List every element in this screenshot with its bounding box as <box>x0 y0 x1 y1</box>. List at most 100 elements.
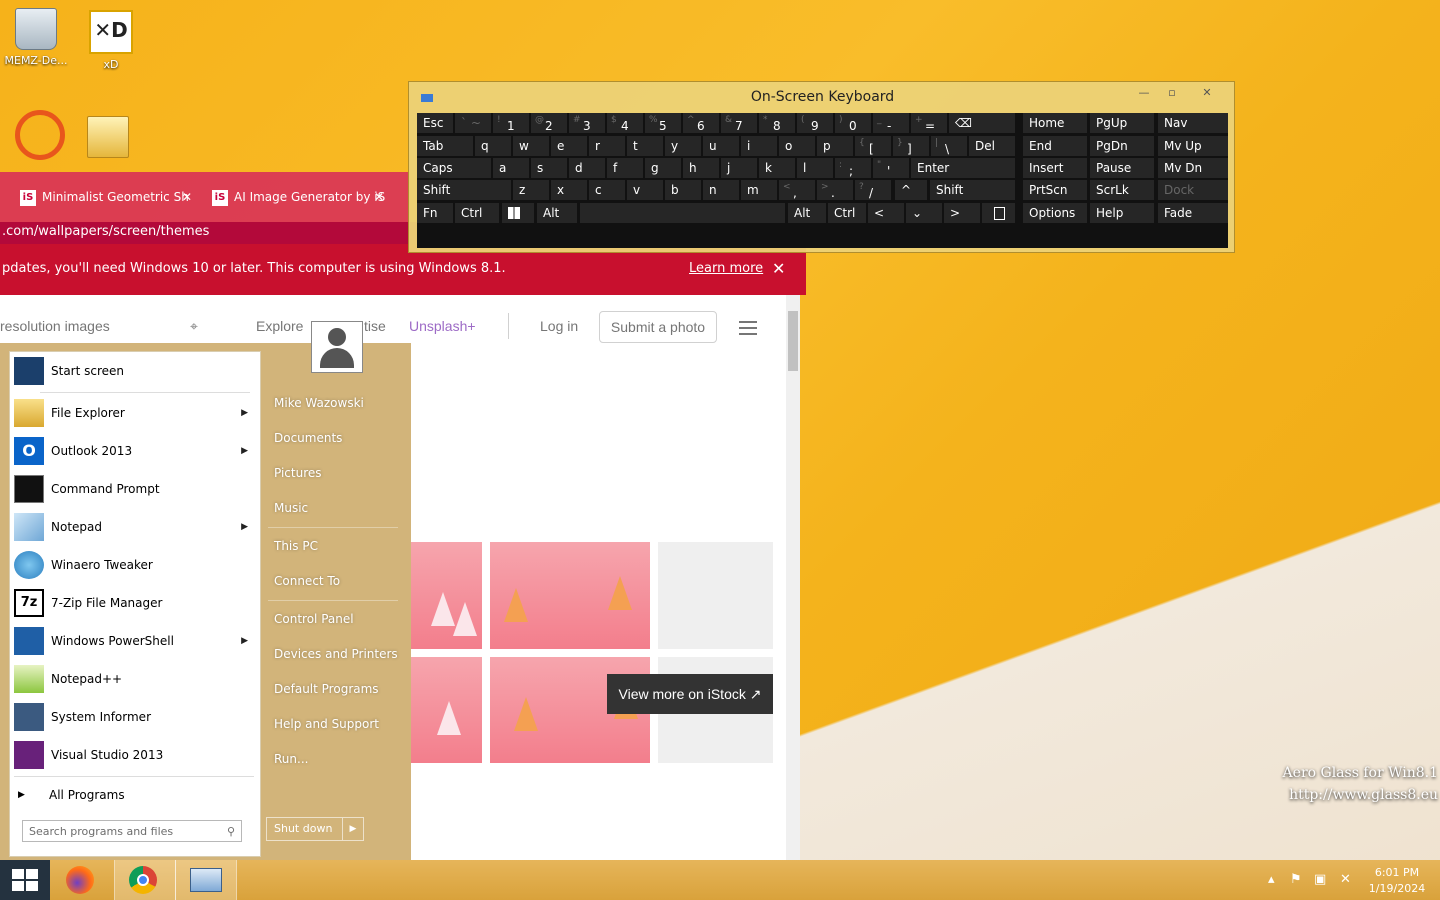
key-letter[interactable]: g <box>645 158 681 178</box>
key-tab[interactable]: Tab <box>417 136 473 156</box>
key-num-8[interactable]: (9 <box>797 113 833 133</box>
program-powershell[interactable]: Windows PowerShell ▶ <box>10 622 260 660</box>
key-pgup[interactable]: PgUp <box>1090 113 1154 133</box>
key-num-10[interactable]: _ - <box>873 113 909 133</box>
key-help[interactable]: Help <box>1090 203 1154 223</box>
page-scrollbar[interactable] <box>786 295 800 860</box>
program-start-screen[interactable]: Start screen <box>10 352 260 390</box>
key-letter[interactable]: k <box>759 158 795 178</box>
key-letter[interactable]: v <box>627 180 663 200</box>
view-more-istock-button[interactable]: View more on iStock ↗ <box>607 674 773 714</box>
maximize-button[interactable]: ▫ <box>1159 85 1185 102</box>
key-num-7[interactable]: * 8 <box>759 113 795 133</box>
key-home[interactable]: Home <box>1023 113 1087 133</box>
submenu-arrow-icon[interactable]: ▶ <box>241 508 248 546</box>
key-letter[interactable]: c <box>589 180 625 200</box>
start-help-support[interactable]: Help and Support <box>274 717 379 731</box>
start-documents[interactable]: Documents <box>274 431 342 445</box>
key-caps[interactable]: Caps <box>417 158 491 178</box>
key-punct[interactable]: >. <box>817 180 853 200</box>
program-7zip[interactable]: 7z 7-Zip File Manager <box>10 584 260 622</box>
submenu-arrow-icon[interactable]: ▶ <box>241 622 248 660</box>
program-system-informer[interactable]: System Informer <box>10 698 260 736</box>
browser-tab-1[interactable]: iS Minimalist Geometric Sh ✕ <box>20 184 194 210</box>
key-esc[interactable]: Esc <box>417 113 453 133</box>
close-button[interactable]: ✕ <box>1193 85 1221 102</box>
key-letter[interactable]: e <box>551 136 587 156</box>
user-avatar[interactable] <box>311 321 363 373</box>
taskbar-osk[interactable] <box>175 860 237 900</box>
key-left[interactable]: < <box>868 203 904 223</box>
network-icon[interactable]: ▣ <box>1314 872 1326 887</box>
key-ctrl-left[interactable]: Ctrl <box>455 203 499 223</box>
key-letter[interactable]: w <box>513 136 549 156</box>
key-letter[interactable]: t <box>627 136 663 156</box>
key-space[interactable] <box>580 203 785 223</box>
key-options[interactable]: Options <box>1023 203 1087 223</box>
key-backspace[interactable]: ⌫ <box>949 113 1015 133</box>
key-num-1[interactable]: @2 <box>531 113 567 133</box>
key-letter[interactable]: f <box>607 158 643 178</box>
key-mvdn[interactable]: Mv Dn <box>1158 158 1228 178</box>
key-letter[interactable]: z <box>513 180 549 200</box>
key-scrlk[interactable]: ScrLk <box>1090 180 1154 200</box>
shutdown-options-arrow-icon[interactable]: ▶ <box>342 818 363 840</box>
browser-tab-2[interactable]: iS AI Image Generator by iS ✕ <box>212 184 386 210</box>
key-ctrl-right[interactable]: Ctrl <box>828 203 866 223</box>
desktop-icon-memz[interactable]: MEMZ-De... <box>0 8 72 67</box>
key-alt-left[interactable]: Alt <box>537 203 577 223</box>
desktop-icon-folder[interactable] <box>72 116 144 162</box>
key-dock[interactable]: Dock <box>1158 180 1228 200</box>
submit-photo-button[interactable]: Submit a photo <box>599 311 717 343</box>
key-letter[interactable]: d <box>569 158 605 178</box>
program-notepadpp[interactable]: Notepad++ <box>10 660 260 698</box>
menu-icon[interactable] <box>739 321 757 339</box>
key-shift-right[interactable]: Shift <box>930 180 1015 200</box>
key-letter[interactable]: y <box>665 136 701 156</box>
start-user-name[interactable]: Mike Wazowski <box>274 396 364 410</box>
submenu-arrow-icon[interactable]: ▶ <box>241 394 248 432</box>
key-letter[interactable]: i <box>741 136 777 156</box>
key-end[interactable]: End <box>1023 136 1087 156</box>
start-music[interactable]: Music <box>274 501 308 515</box>
desktop-icon-xd[interactable]: ✕D xD <box>75 10 147 71</box>
key-bracket[interactable]: | \ <box>931 136 967 156</box>
key-num-6[interactable]: & 7 <box>721 113 757 133</box>
submenu-arrow-icon[interactable]: ▶ <box>241 432 248 470</box>
key-backtick[interactable]: ` ~ <box>455 113 491 133</box>
start-control-panel[interactable]: Control Panel <box>274 612 354 626</box>
program-command-prompt[interactable]: Command Prompt <box>10 470 260 508</box>
photo-thumbnail[interactable] <box>490 542 650 649</box>
photo-thumbnail[interactable] <box>411 542 482 649</box>
taskbar-firefox[interactable] <box>52 860 112 900</box>
key-shift-left[interactable]: Shift <box>417 180 511 200</box>
key-letter[interactable]: a <box>493 158 529 178</box>
key-letter[interactable]: m <box>741 180 777 200</box>
program-visual-studio[interactable]: Visual Studio 2013 <box>10 736 260 774</box>
key-punct[interactable]: " ' <box>873 158 909 178</box>
clock[interactable]: 6:01 PM 1/19/2024 <box>1366 865 1428 897</box>
start-search-input[interactable]: Search programs and files ⚲ <box>22 820 242 842</box>
close-tab-icon[interactable]: ✕ <box>180 184 194 210</box>
program-winaero-tweaker[interactable]: Winaero Tweaker <box>10 546 260 584</box>
key-enter[interactable]: Enter <box>911 158 1015 178</box>
key-num-0[interactable]: ! 1 <box>493 113 529 133</box>
start-pictures[interactable]: Pictures <box>274 466 322 480</box>
volume-muted-icon[interactable]: ✕ <box>1340 872 1351 887</box>
key-bracket[interactable]: {[ <box>855 136 891 156</box>
key-num-11[interactable]: + = <box>911 113 947 133</box>
key-letter[interactable]: u <box>703 136 739 156</box>
key-windows[interactable] <box>502 203 534 223</box>
action-center-flag-icon[interactable]: ⚑ <box>1290 872 1302 887</box>
key-punct[interactable]: :; <box>835 158 871 178</box>
key-letter[interactable]: p <box>817 136 853 156</box>
start-default-programs[interactable]: Default Programs <box>274 682 379 696</box>
program-outlook[interactable]: O Outlook 2013 ▶ <box>10 432 260 470</box>
taskbar-chrome[interactable] <box>114 860 176 900</box>
minimize-button[interactable]: — <box>1131 85 1157 102</box>
show-hidden-icons-icon[interactable]: ▴ <box>1268 872 1275 887</box>
key-alt-right[interactable]: Alt <box>788 203 826 223</box>
key-pause[interactable]: Pause <box>1090 158 1154 178</box>
key-letter[interactable]: x <box>551 180 587 200</box>
nav-login[interactable]: Log in <box>540 295 578 357</box>
